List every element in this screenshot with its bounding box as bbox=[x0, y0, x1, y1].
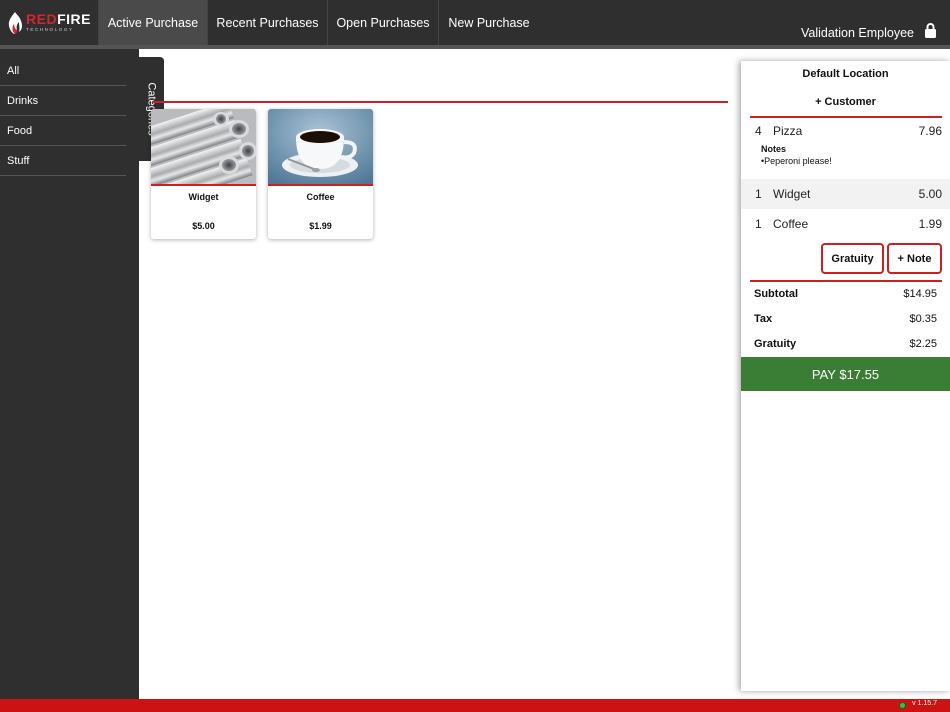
product-name: Widget bbox=[188, 192, 219, 202]
gratuity-button[interactable]: Gratuity bbox=[821, 243, 884, 274]
category-sidebar: All Drinks Food Stuff bbox=[0, 49, 139, 699]
brand-tagline: TECHNOLOGY bbox=[26, 27, 74, 33]
top-bar: REDFIRE TECHNOLOGY Active Purchase Recen… bbox=[0, 0, 950, 45]
tab-open-purchases[interactable]: Open Purchases bbox=[328, 0, 439, 45]
coffee-cup-image bbox=[268, 109, 373, 184]
brand-name-white: FIRE bbox=[57, 11, 91, 28]
product-card-coffee[interactable]: Coffee $1.99 bbox=[268, 109, 373, 239]
order-summary-divider bbox=[750, 280, 942, 282]
gratuity-row: Gratuity $2.25 bbox=[741, 338, 950, 358]
item-quantity: 1 bbox=[755, 187, 762, 201]
pay-button[interactable]: PAY $17.55 bbox=[741, 357, 950, 391]
product-card-widget[interactable]: Widget $5.00 bbox=[151, 109, 256, 239]
order-item-widget[interactable]: 1 Widget 5.00 bbox=[741, 179, 950, 209]
lock-icon[interactable] bbox=[924, 22, 937, 39]
app-version: v 1.15.7 bbox=[912, 700, 937, 707]
item-price: 7.96 bbox=[918, 124, 942, 138]
item-price: 5.00 bbox=[918, 187, 942, 201]
products-header-divider bbox=[152, 101, 728, 103]
add-note-button[interactable]: + Note bbox=[887, 243, 942, 274]
order-item-coffee[interactable]: 1 Coffee 1.99 bbox=[741, 209, 950, 239]
location-title[interactable]: Default Location bbox=[741, 68, 950, 80]
connection-status-icon bbox=[899, 702, 906, 709]
item-price: 1.99 bbox=[918, 217, 942, 231]
category-item-all[interactable]: All bbox=[0, 56, 126, 86]
tab-recent-purchases[interactable]: Recent Purchases bbox=[208, 0, 328, 45]
product-price: $1.99 bbox=[309, 221, 332, 231]
tax-value: $0.35 bbox=[909, 313, 937, 325]
brand-name-red: RED bbox=[26, 11, 58, 28]
subtotal-value: $14.95 bbox=[903, 288, 937, 300]
tab-new-purchase[interactable]: New Purchase bbox=[439, 0, 539, 45]
steel-pipes-image bbox=[151, 109, 256, 184]
tax-label: Tax bbox=[754, 313, 773, 325]
category-item-drinks[interactable]: Drinks bbox=[0, 86, 126, 116]
item-notes-title: Notes bbox=[761, 144, 787, 154]
category-item-food[interactable]: Food bbox=[0, 116, 126, 146]
item-name: Coffee bbox=[773, 217, 809, 231]
status-bar bbox=[0, 699, 950, 712]
card-image-divider bbox=[268, 184, 373, 186]
subtotal-label: Subtotal bbox=[754, 288, 798, 300]
item-name: Pizza bbox=[773, 124, 803, 138]
order-item-pizza[interactable]: 4 Pizza 7.96 bbox=[741, 116, 950, 146]
product-name: Coffee bbox=[306, 192, 335, 202]
gratuity-label: Gratuity bbox=[754, 338, 797, 350]
item-quantity: 1 bbox=[755, 217, 762, 231]
employee-name[interactable]: Validation Employee bbox=[801, 26, 914, 40]
subtotal-row: Subtotal $14.95 bbox=[741, 288, 950, 308]
gratuity-value: $2.25 bbox=[909, 338, 937, 350]
order-panel: Default Location + Customer 4 Pizza 7.96… bbox=[741, 61, 950, 691]
add-customer-button[interactable]: + Customer bbox=[741, 96, 950, 108]
card-image-divider bbox=[151, 184, 256, 186]
category-item-stuff[interactable]: Stuff bbox=[0, 146, 126, 176]
product-price: $5.00 bbox=[192, 221, 215, 231]
item-notes-text: •Peperoni please! bbox=[761, 156, 832, 166]
tax-row: Tax $0.35 bbox=[741, 313, 950, 333]
tab-active-purchase[interactable]: Active Purchase bbox=[99, 0, 208, 45]
top-bar-divider bbox=[0, 45, 950, 49]
item-quantity: 4 bbox=[755, 124, 762, 138]
brand-logo: REDFIRE TECHNOLOGY bbox=[0, 0, 99, 45]
item-name: Widget bbox=[773, 187, 811, 201]
flame-icon bbox=[8, 11, 23, 34]
